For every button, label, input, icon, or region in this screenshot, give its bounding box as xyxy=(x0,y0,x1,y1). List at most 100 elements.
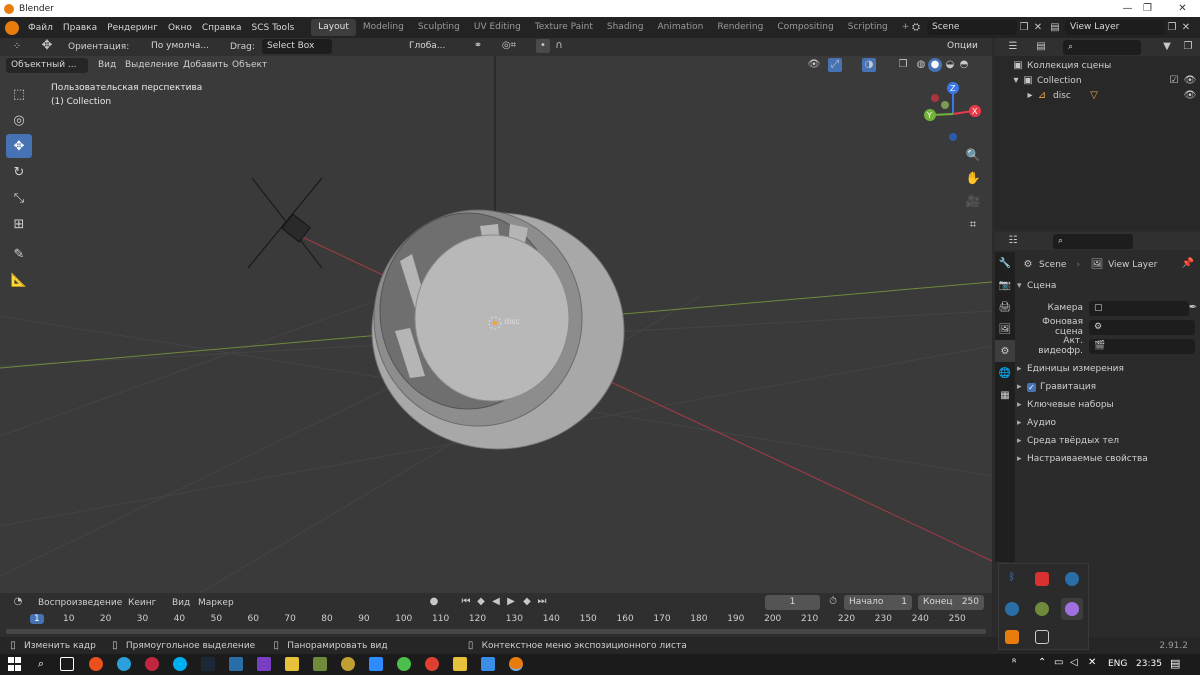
network-icon[interactable]: ▭ xyxy=(1054,657,1063,668)
camera-object[interactable] xyxy=(247,177,323,269)
panel-gravity[interactable]: ▸ ✓ Гравитация xyxy=(1017,379,1194,395)
bluetooth-icon[interactable]: ᛒ xyxy=(1005,572,1019,586)
steam-icon[interactable] xyxy=(1065,572,1079,586)
annotate-tool-icon[interactable]: ✎ xyxy=(6,242,32,266)
output-tab-icon[interactable]: 🖨 xyxy=(995,296,1015,318)
options-dropdown[interactable]: Опции xyxy=(942,39,988,54)
nvidia-icon[interactable] xyxy=(313,657,327,671)
language-indicator[interactable]: ENG xyxy=(1108,659,1127,669)
expand-object-icon[interactable]: ▸ xyxy=(1025,89,1035,103)
shading-material-icon[interactable]: ◒ xyxy=(943,58,957,72)
notifications-icon[interactable]: ▤ xyxy=(1170,657,1180,670)
proportional-edit-icon[interactable]: • xyxy=(536,39,550,53)
panel-custom-props[interactable]: ▸ Настраиваемые свойства xyxy=(1017,451,1194,467)
app-yellow-icon[interactable] xyxy=(341,657,355,671)
falloff-icon[interactable]: ∩ xyxy=(552,39,566,53)
menu-timeline-view[interactable]: Вид xyxy=(172,598,190,608)
blender-taskbar-icon[interactable] xyxy=(509,657,523,671)
new-view-layer-icon[interactable]: ❐ xyxy=(1165,21,1179,35)
tray-chevron-icon[interactable]: ⌃ xyxy=(1038,657,1046,668)
next-keyframe-icon[interactable]: ◆ xyxy=(520,595,534,609)
mode-dropdown[interactable]: Объектный ... xyxy=(6,58,88,73)
gpu-tray-icon[interactable] xyxy=(1035,602,1049,616)
task-view-icon[interactable] xyxy=(60,657,74,671)
window-tray-icon[interactable] xyxy=(1035,630,1049,644)
scene-panel-header[interactable]: ▾ Сцена xyxy=(1017,278,1194,294)
visibility-icon[interactable]: 👁 xyxy=(802,58,826,72)
timeline-scrollbar[interactable] xyxy=(6,629,986,634)
transform-orientation-dropdown[interactable]: Глоба... xyxy=(404,39,462,54)
drag-dropdown[interactable]: Select Box xyxy=(262,39,332,54)
select-box-tool-icon[interactable]: ⬚ xyxy=(6,82,32,106)
menu-keying[interactable]: Кеинг xyxy=(128,598,156,608)
clock-icon[interactable]: ⏱ xyxy=(826,595,840,609)
tab-animation[interactable]: Animation xyxy=(650,19,710,36)
app-green-icon[interactable] xyxy=(397,657,411,671)
play-reverse-icon[interactable]: ◀ xyxy=(490,595,502,609)
pivot-icon[interactable]: ⚭ xyxy=(468,39,488,53)
3d-viewport[interactable]: disc Z X Y Объектный ... Вид Выделение Д… xyxy=(0,56,992,593)
rotate-tool-icon[interactable]: ↻ xyxy=(6,160,32,184)
visual-studio-icon[interactable] xyxy=(257,657,271,671)
menu-render[interactable]: Рендеринг xyxy=(102,23,163,33)
orientation-dropdown[interactable]: По умолча... xyxy=(146,39,218,54)
frame-ruler[interactable]: 1 10 20 30 40 50 60 70 80 90 100 110 120 130 140 150 160… xyxy=(0,613,992,627)
tab-rendering[interactable]: Rendering xyxy=(710,19,770,36)
current-frame-field[interactable]: 1 xyxy=(765,595,820,610)
mic-muted-icon[interactable]: ✕ xyxy=(1088,657,1096,668)
tab-shading[interactable]: Shading xyxy=(600,19,651,36)
close-button[interactable]: ✕ xyxy=(1160,0,1200,17)
scene-tab-icon[interactable]: ⚙ xyxy=(995,340,1015,362)
outliner-collection-row[interactable]: ▾ ▣ Collection ☑ 👁 xyxy=(1011,74,1196,88)
firefox-icon[interactable] xyxy=(89,657,103,671)
scale-tool-icon[interactable]: ⤡ xyxy=(6,186,32,210)
menu-edit[interactable]: Правка xyxy=(58,23,102,33)
jump-start-icon[interactable]: ⏮ xyxy=(460,595,472,609)
tool-tab-icon[interactable]: 🔧 xyxy=(995,252,1015,274)
new-scene-icon[interactable]: ❐ xyxy=(1017,21,1031,35)
filter-icon[interactable]: ▼ xyxy=(1157,40,1177,54)
steam-alt-icon[interactable] xyxy=(1005,602,1019,616)
tool-settings-icon[interactable]: ⁘ xyxy=(8,40,26,54)
menu-marker[interactable]: Маркер xyxy=(198,598,234,608)
eyedropper-icon[interactable]: ✒ xyxy=(1187,301,1199,315)
delete-scene-icon[interactable]: ✕ xyxy=(1031,21,1045,35)
tab-uv-editing[interactable]: UV Editing xyxy=(467,19,528,36)
volume-icon[interactable]: ◁ xyxy=(1070,657,1078,668)
prev-keyframe-icon[interactable]: ◆ xyxy=(474,595,488,609)
navigation-gizmo[interactable]: Z X Y xyxy=(924,82,981,141)
ortho-grid-icon[interactable]: ⌗ xyxy=(964,215,982,233)
tab-modeling[interactable]: Modeling xyxy=(356,19,411,36)
expand-collection-icon[interactable]: ▾ xyxy=(1011,74,1021,88)
jump-end-icon[interactable]: ⏭ xyxy=(536,595,548,609)
menu-playback[interactable]: Воспроизведение xyxy=(38,598,122,608)
panel-audio[interactable]: ▸ Аудио xyxy=(1017,415,1194,431)
object-visibility-icon[interactable]: 👁 xyxy=(1183,89,1197,103)
outliner-search-input[interactable]: ⌕ xyxy=(1063,40,1141,55)
collection-visibility-icon[interactable]: 👁 xyxy=(1183,74,1197,88)
properties-editor-icon[interactable]: ☷ xyxy=(1003,234,1023,248)
menu-scs-tools[interactable]: SCS Tools xyxy=(247,23,300,33)
timeline-editor-icon[interactable]: ◔ xyxy=(8,595,28,609)
start-frame-field[interactable]: Начало 1 xyxy=(844,595,912,610)
steam-taskbar-icon[interactable] xyxy=(201,657,215,671)
world-tab-icon[interactable]: 🌐 xyxy=(995,362,1015,384)
feather-icon[interactable] xyxy=(1065,602,1079,616)
viewport-menu-object[interactable]: Объект xyxy=(232,60,267,70)
outliner-scene-collection[interactable]: ▣ Коллекция сцены xyxy=(1011,59,1111,73)
new-collection-icon[interactable]: ❐ xyxy=(1181,40,1195,54)
tab-texture-paint[interactable]: Texture Paint xyxy=(528,19,600,36)
xray-icon[interactable]: ❐ xyxy=(896,58,910,72)
tab-sculpting[interactable]: Sculpting xyxy=(411,19,467,36)
panel-rigid-body[interactable]: ▸ Среда твёрдых тел xyxy=(1017,433,1194,449)
blender-menu-icon[interactable] xyxy=(5,20,19,35)
measure-tool-icon[interactable]: 📐 xyxy=(6,268,32,292)
camera-view-icon[interactable]: 🎥 xyxy=(964,192,982,210)
shading-wireframe-icon[interactable]: ◍ xyxy=(914,58,928,72)
menu-window[interactable]: Окно xyxy=(163,23,197,33)
tab-layout[interactable]: Layout xyxy=(311,19,356,36)
view-layer-icon[interactable]: ▤ xyxy=(1045,21,1065,35)
menu-file[interactable]: Файл xyxy=(23,23,58,33)
camera-field[interactable]: ▢ xyxy=(1089,300,1189,316)
snap-icon[interactable]: ◎⌗ xyxy=(494,39,524,53)
